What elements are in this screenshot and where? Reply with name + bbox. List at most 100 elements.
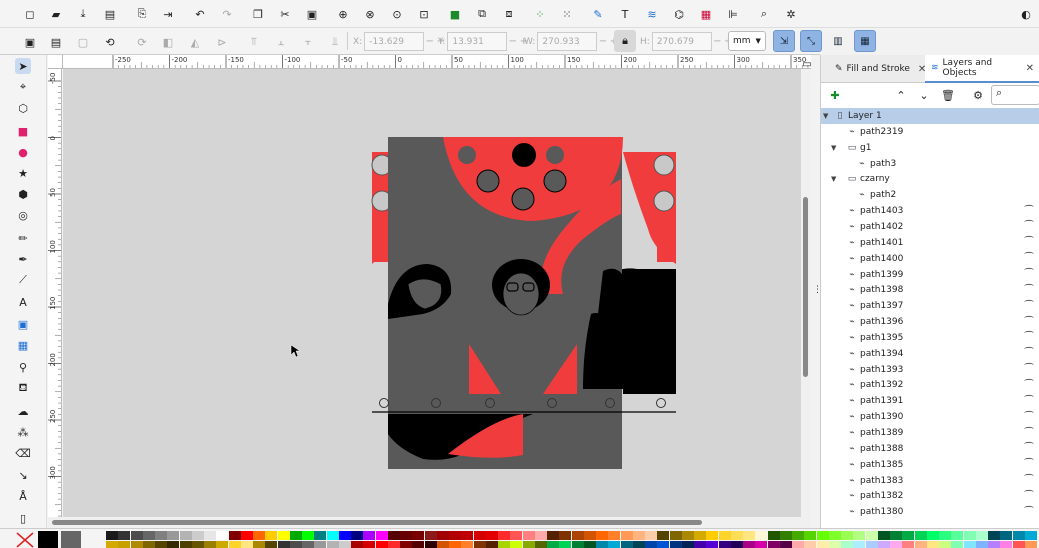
color-swatch[interactable] <box>534 531 547 540</box>
delete-icon[interactable]: 🗑︎ <box>940 87 956 103</box>
color-swatch[interactable] <box>436 531 449 540</box>
mesh-tool-icon[interactable]: ▦ <box>15 337 31 353</box>
color-swatch[interactable] <box>926 531 939 540</box>
x-decrement[interactable]: − <box>424 36 435 47</box>
hidden-eye-icon[interactable]: ⁀ <box>1025 253 1033 264</box>
color-swatch[interactable] <box>608 531 621 540</box>
color-swatch[interactable] <box>436 541 449 548</box>
color-swatch[interactable] <box>240 531 253 540</box>
spray-tool-icon[interactable]: ⁂ <box>15 424 31 440</box>
color-swatch[interactable] <box>326 541 339 548</box>
color-swatch[interactable] <box>767 541 780 548</box>
layer-row[interactable]: ⌁ path2 <box>821 187 1039 203</box>
hidden-eye-icon[interactable]: ⁀ <box>1025 364 1033 375</box>
color-swatch[interactable] <box>792 531 804 540</box>
color-swatch[interactable] <box>571 541 584 548</box>
lock-ratio-button[interactable]: 🔒︎ <box>614 30 636 52</box>
color-swatch[interactable] <box>473 531 486 540</box>
lower-bottom-icon[interactable]: ⫫ <box>327 34 343 50</box>
color-swatch[interactable] <box>216 541 229 548</box>
selector-tool-icon[interactable]: ➤ <box>15 58 31 74</box>
color-swatch[interactable] <box>240 541 253 548</box>
star-tool-icon[interactable]: ★ <box>15 165 31 181</box>
color-swatch[interactable] <box>571 531 584 540</box>
tab-fill-and-stroke[interactable]: ✎ Fill and Stroke ✕ <box>829 55 932 83</box>
hidden-eye-icon[interactable]: ⁀ <box>1025 237 1033 248</box>
hidden-eye-icon[interactable]: ⁀ <box>1025 206 1033 217</box>
color-swatch[interactable] <box>522 531 535 540</box>
hidden-eye-icon[interactable]: ⁀ <box>1025 491 1033 502</box>
color-swatch[interactable] <box>755 541 768 548</box>
lower-icon[interactable]: ⫟ <box>300 34 316 50</box>
print-icon[interactable]: ▤ <box>102 6 118 22</box>
color-swatch[interactable] <box>302 531 314 540</box>
display-mode-icon[interactable]: ▭ <box>799 56 815 72</box>
color-swatch[interactable] <box>302 541 314 548</box>
color-swatch[interactable] <box>841 531 853 540</box>
redo-icon[interactable]: ↷ <box>219 6 235 22</box>
color-swatch[interactable] <box>694 531 706 540</box>
horizontal-ruler[interactable]: -250 -200 -150 -100 -50 0 50 100 150 200 250 300 350 <box>63 55 811 69</box>
color-swatch[interactable] <box>277 541 290 548</box>
snap-toggle-icon[interactable]: ◐ <box>1018 6 1034 22</box>
color-swatch[interactable] <box>755 531 768 540</box>
layer-row[interactable]: ⌁ path1388 ⁀ <box>821 441 1039 457</box>
layer-row[interactable]: ⌁ path1403 ⁀ <box>821 203 1039 219</box>
height-field[interactable]: H: 270.679 −+ <box>640 32 734 51</box>
close-icon[interactable]: ✕ <box>1026 63 1034 74</box>
color-swatch[interactable] <box>216 531 229 540</box>
layer-row[interactable]: ⌁ path1385 ⁀ <box>821 457 1039 473</box>
color-swatch[interactable] <box>828 541 841 548</box>
color-swatch[interactable] <box>1000 541 1013 548</box>
color-swatch[interactable] <box>596 541 608 548</box>
color-swatch[interactable] <box>890 531 902 540</box>
color-swatch[interactable] <box>939 541 951 548</box>
color-swatch[interactable] <box>694 541 706 548</box>
hidden-eye-icon[interactable]: ⁀ <box>1025 459 1033 470</box>
calligraphy-tool-icon[interactable]: ⟋ <box>15 272 31 288</box>
shape-builder-tool-icon[interactable]: ⬡ <box>15 100 31 116</box>
expander-icon[interactable]: ▼ <box>831 144 836 152</box>
hidden-eye-icon[interactable]: ⁀ <box>1025 428 1033 439</box>
color-swatch[interactable] <box>106 531 118 540</box>
spiral-tool-icon[interactable]: ◎ <box>15 207 31 223</box>
color-swatch[interactable] <box>926 541 939 548</box>
ellipse-tool-icon[interactable]: ● <box>15 144 31 160</box>
color-swatch[interactable] <box>608 541 621 548</box>
layer-row[interactable]: ⌁ path1389 ⁀ <box>821 425 1039 441</box>
color-swatch[interactable] <box>228 541 241 548</box>
export-icon[interactable]: ⇥ <box>160 6 176 22</box>
color-swatch[interactable] <box>1012 541 1025 548</box>
color-swatch[interactable] <box>718 541 731 548</box>
color-swatch[interactable] <box>326 531 339 540</box>
color-swatch[interactable] <box>277 531 290 540</box>
color-swatch[interactable] <box>400 541 412 548</box>
layer-row[interactable]: ⌁ path1395 ⁀ <box>821 330 1039 346</box>
unlink-clone-icon[interactable]: ⧈ <box>501 6 517 22</box>
color-swatch[interactable] <box>155 541 167 548</box>
color-swatch[interactable] <box>877 541 890 548</box>
color-swatch[interactable] <box>816 531 829 540</box>
color-swatch[interactable] <box>792 541 804 548</box>
xml-editor-icon[interactable]: ⌬ <box>671 6 687 22</box>
horizontal-scrollbar[interactable] <box>48 517 811 528</box>
color-swatch[interactable] <box>118 541 131 548</box>
layer-row[interactable]: ⌁ path1399 ⁀ <box>821 267 1039 283</box>
layer-row[interactable]: ⌁ path1394 ⁀ <box>821 346 1039 362</box>
unit-select[interactable]: mm ▼ <box>728 31 766 51</box>
color-swatch[interactable] <box>534 541 547 548</box>
color-swatch[interactable] <box>939 531 951 540</box>
move-gradients-toggle[interactable]: ▥ <box>827 30 849 52</box>
width-input[interactable]: 270.933 <box>537 32 598 51</box>
canvas[interactable] <box>63 69 801 517</box>
hidden-eye-icon[interactable]: ⁀ <box>1025 443 1033 454</box>
color-swatch[interactable] <box>853 541 866 548</box>
color-swatch[interactable] <box>963 531 976 540</box>
color-swatch[interactable] <box>510 541 523 548</box>
color-swatch[interactable] <box>449 531 461 540</box>
undo-icon[interactable]: ↶ <box>192 6 208 22</box>
color-swatch[interactable] <box>902 531 915 540</box>
color-swatch[interactable] <box>743 531 755 540</box>
align-top-icon[interactable]: ⫪ <box>246 34 262 50</box>
color-swatch[interactable] <box>204 541 216 548</box>
